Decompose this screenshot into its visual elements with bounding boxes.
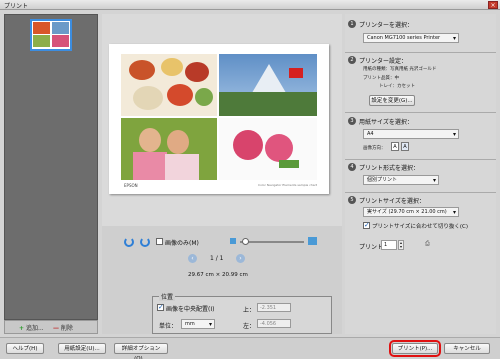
- step-number-badge: 1: [348, 20, 356, 28]
- photo-thumbnail[interactable]: [30, 19, 72, 51]
- flower-photo: [219, 118, 317, 180]
- zoom-out-icon[interactable]: [230, 238, 236, 244]
- step-printer: 1 プリンターを選択： Canon MG7100 series Printer: [345, 16, 496, 48]
- plus-icon: +: [19, 325, 25, 332]
- rotate-left-icon[interactable]: [124, 237, 134, 247]
- title-bar: プリント ×: [0, 0, 500, 10]
- previous-page-button[interactable]: ‹: [188, 254, 197, 263]
- print-button[interactable]: プリント(P)...: [389, 340, 441, 357]
- step-label: プリンターを選択：: [359, 22, 414, 29]
- step-number-badge: 3: [348, 117, 356, 125]
- step-number-badge: 2: [348, 56, 356, 64]
- remove-label: 削除: [60, 325, 73, 332]
- paper-size-select[interactable]: A4: [363, 129, 459, 139]
- next-page-button[interactable]: ›: [236, 254, 245, 263]
- help-button[interactable]: ヘルプ(H): [6, 343, 44, 354]
- unit-label: 単位：: [159, 323, 178, 330]
- preview-area: EPSON Color Navigator Elements sample ch…: [102, 14, 342, 334]
- top-label: 上：: [243, 307, 256, 314]
- step-label: プリント形式を選択：: [359, 165, 420, 172]
- cancel-button[interactable]: キャンセル: [444, 343, 490, 354]
- more-options-button[interactable]: 詳細オプション(O)...: [114, 343, 168, 359]
- crop-to-fit-label: プリントサイズに合わせて切り抜く(C): [372, 224, 468, 230]
- thumbnail-actions: + 追加... — 削除: [4, 320, 98, 334]
- paper-preview: EPSON Color Navigator Elements sample ch…: [109, 44, 329, 194]
- center-image-label: 画像を中央配置(I): [166, 306, 215, 313]
- step-print-type: 4 プリント形式を選択： 個別プリント: [345, 159, 496, 189]
- step-number-badge: 4: [348, 163, 356, 171]
- zoom-slider[interactable]: [240, 241, 304, 243]
- image-only-checkbox[interactable]: [156, 238, 163, 245]
- step-label: プリントサイズを選択：: [359, 198, 425, 205]
- brand-mark: EPSON: [124, 183, 138, 188]
- top-offset-field[interactable]: -2.351: [257, 303, 291, 312]
- crop-to-fit-checkbox[interactable]: [363, 221, 370, 229]
- thumb-food-image: [33, 22, 50, 34]
- left-offset-field[interactable]: -4.056: [257, 319, 291, 328]
- add-button[interactable]: + 追加...: [19, 323, 44, 332]
- page-setup-button[interactable]: 用紙設定(U)...: [58, 343, 106, 354]
- close-icon[interactable]: ×: [488, 1, 498, 9]
- copies-stepper[interactable]: ▴ ▾: [398, 240, 404, 250]
- copies-label: プリント: [359, 244, 384, 251]
- print-quality-text: プリント品質：中: [363, 76, 399, 81]
- page-indicator: 1 / 1: [210, 255, 224, 262]
- portrait-orientation-icon[interactable]: A: [391, 142, 399, 151]
- thumb-mountain-image: [52, 22, 69, 34]
- tray-text: トレイ：カセット: [379, 84, 415, 89]
- zoom-in-icon[interactable]: [308, 237, 317, 245]
- image-only-label: 画像のみ(M): [165, 240, 199, 247]
- step-printer-settings: 2 プリンター設定： 用紙の種類：写真用紙 光沢ゴールド プリント品質：中 トレ…: [345, 52, 496, 110]
- position-group: 位置 画像を中央配置(I) 単位： mm 上： -2.351 左： -4.056: [152, 292, 332, 334]
- preview-footer-text: Color Navigator Elements sample chart: [257, 183, 317, 187]
- children-photo: [121, 118, 217, 180]
- unit-select[interactable]: mm: [181, 319, 215, 329]
- copies-field[interactable]: 1: [381, 240, 397, 250]
- step-label: 用紙サイズを選択：: [359, 119, 413, 126]
- remove-button[interactable]: — 削除: [53, 323, 73, 332]
- settings-panel: 1 プリンターを選択： Canon MG7100 series Printer …: [345, 14, 496, 334]
- thumbnail-panel: [4, 14, 98, 320]
- add-label: 追加...: [25, 325, 44, 332]
- step-number-badge: 5: [348, 196, 356, 204]
- minus-icon: —: [53, 325, 59, 332]
- step-paper-size: 3 用紙サイズを選択： A4 画像方向： A A: [345, 112, 496, 158]
- rotate-right-icon[interactable]: [140, 237, 150, 247]
- center-image-checkbox[interactable]: [157, 303, 164, 311]
- food-photo: [121, 54, 217, 116]
- orientation-label: 画像方向：: [363, 146, 386, 151]
- thumb-children-image: [33, 35, 50, 47]
- printer-copies-icon: ⎙: [425, 240, 430, 247]
- paper-type-text: 用紙の種類：写真用紙 光沢ゴールド: [363, 67, 437, 72]
- thumb-flower-image: [52, 35, 69, 47]
- step-print-size: 5 プリントサイズを選択： 実サイズ (29.70 cm × 21.00 cm)…: [345, 192, 496, 237]
- print-type-select[interactable]: 個別プリント: [363, 175, 439, 185]
- mountain-photo: [219, 54, 317, 116]
- paper-size-text: 29.67 cm × 20.99 cm: [188, 272, 248, 278]
- step-label: プリンター設定：: [359, 58, 408, 65]
- left-label: 左：: [243, 323, 256, 330]
- position-legend: 位置: [159, 292, 176, 301]
- landscape-orientation-icon[interactable]: A: [401, 142, 409, 151]
- preview-background: EPSON Color Navigator Elements sample ch…: [102, 14, 342, 226]
- bottom-button-bar: ヘルプ(H) 用紙設定(U)... 詳細オプション(O)... プリント(P).…: [0, 337, 500, 359]
- window-title: プリント: [4, 3, 29, 10]
- change-settings-button[interactable]: 設定を変更(G)...: [369, 95, 415, 106]
- print-size-select[interactable]: 実サイズ (29.70 cm × 21.00 cm): [363, 207, 459, 217]
- zoom-slider-handle[interactable]: [242, 238, 249, 245]
- printer-select[interactable]: Canon MG7100 series Printer: [363, 33, 459, 43]
